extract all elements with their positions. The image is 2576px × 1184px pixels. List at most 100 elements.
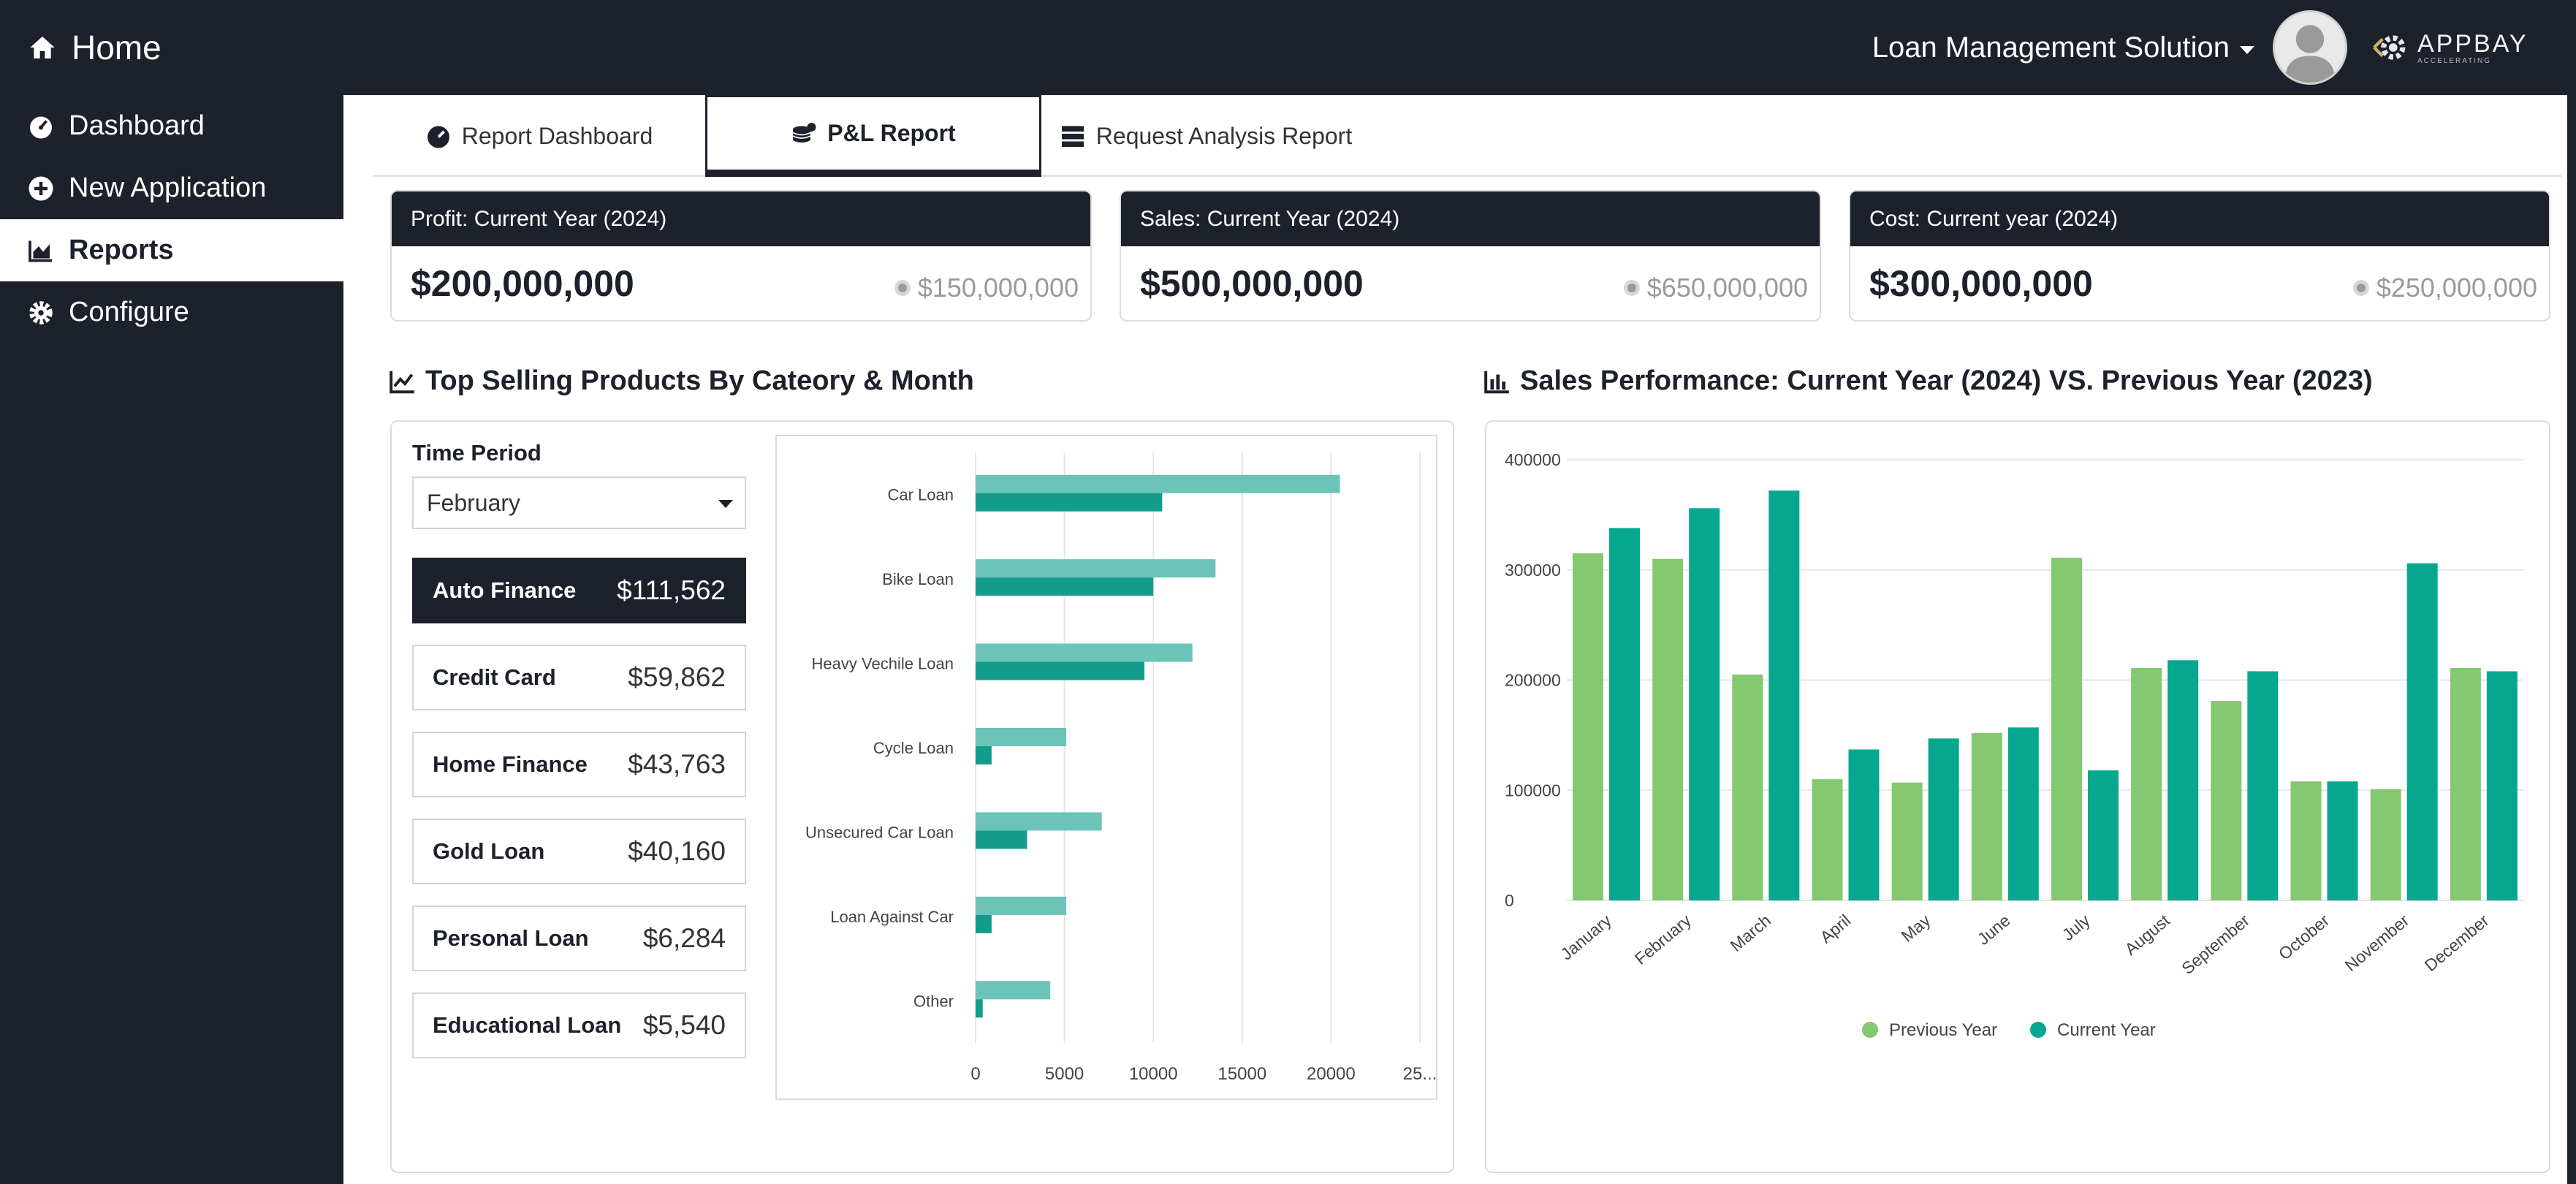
column-bar xyxy=(2167,660,2199,900)
section-title-text: Sales Performance: Current Year (2024) V… xyxy=(1520,365,2373,396)
home-label: Home xyxy=(72,29,162,67)
x-tick-label: September xyxy=(2178,911,2253,978)
column-bar xyxy=(2327,781,2358,900)
product-item-personal-loan[interactable]: Personal Loan $6,284 xyxy=(412,906,746,971)
y-tick-label: 300000 xyxy=(1505,561,1561,580)
product-name: Auto Finance xyxy=(433,577,577,603)
sidebar-item-label: Configure xyxy=(69,297,189,327)
product-value: $43,763 xyxy=(628,749,726,779)
user-avatar[interactable] xyxy=(2273,10,2347,85)
legend-marker xyxy=(1862,1022,1878,1038)
bar xyxy=(976,812,1102,831)
sidebar-item-dashboard[interactable]: Dashboard xyxy=(0,95,343,157)
time-period-label: Time Period xyxy=(412,440,542,466)
product-value: $59,862 xyxy=(628,662,726,692)
column-bar xyxy=(2290,781,2322,900)
bar xyxy=(976,830,1027,849)
tab-request-analysis-report[interactable]: Request Analysis Report xyxy=(1041,95,1370,177)
category-label: Heavy Vechile Loan xyxy=(812,655,954,673)
column-bar xyxy=(2450,667,2481,900)
category-label: Car Loan xyxy=(887,486,954,504)
legend-label: Current Year xyxy=(2057,1020,2156,1040)
coins-icon xyxy=(792,122,816,143)
column-bar xyxy=(1689,508,1720,900)
bar xyxy=(976,493,1163,512)
legend-label: Previous Year xyxy=(1889,1020,1997,1040)
y-tick-label: 400000 xyxy=(1505,450,1561,469)
report-tabs: Report Dashboard P&L Report Request Anal… xyxy=(373,95,2561,177)
horizontal-bar-chart-frame: 0 5000 10000 15000 20000 25... Car Loan Bike Lo… xyxy=(775,435,1437,1100)
top-selling-title: Top Selling Products By Cateory & Month xyxy=(389,365,974,397)
gear-icon xyxy=(29,300,53,325)
column-bar xyxy=(2247,671,2279,900)
y-tick-label: 100000 xyxy=(1505,781,1561,800)
x-tick-label: 5000 xyxy=(1045,1064,1084,1084)
logo-text: APPBAY xyxy=(2417,29,2528,58)
horizontal-bar-chart: 0 5000 10000 15000 20000 25... Car Loan Bike Lo… xyxy=(805,452,1437,1084)
column-bar xyxy=(1971,732,2002,900)
category-label: Unsecured Car Loan xyxy=(805,823,954,841)
kpi-card-sales: Sales: Current Year (2024) $500,000,000 … xyxy=(1120,190,1821,322)
x-tick-label: October xyxy=(2275,911,2333,964)
time-period-select[interactable]: February xyxy=(412,477,746,529)
column-bar xyxy=(1928,738,1959,900)
x-tick-label: July xyxy=(2059,911,2094,945)
legend-marker xyxy=(2030,1022,2046,1038)
column-bar xyxy=(1573,553,1603,900)
main-content: Report Dashboard P&L Report Request Anal… xyxy=(343,95,2567,1184)
x-tick-label: 15000 xyxy=(1217,1064,1266,1084)
category-label: Other xyxy=(913,992,954,1010)
sidebar-item-configure[interactable]: Configure xyxy=(0,281,343,344)
x-tick-label: June xyxy=(1974,911,2014,949)
column-bar xyxy=(1812,779,1843,900)
solution-label: Loan Management Solution xyxy=(1872,31,2230,64)
home-link[interactable]: Home xyxy=(28,22,162,73)
kpi-value: $300,000,000 xyxy=(1869,263,2093,304)
column-bar xyxy=(2406,563,2438,900)
previous-indicator-icon xyxy=(894,280,911,296)
bar xyxy=(976,559,1216,578)
x-tick-label: 20000 xyxy=(1307,1064,1356,1084)
column-bar xyxy=(2051,558,2082,900)
bar xyxy=(976,746,992,764)
selected-month: February xyxy=(427,489,521,516)
home-icon xyxy=(30,37,55,58)
category-label: Loan Against Car xyxy=(830,908,954,926)
solution-dropdown[interactable]: Loan Management Solution xyxy=(1872,22,2254,73)
sidebar-item-reports[interactable]: Reports xyxy=(0,219,343,281)
bar xyxy=(976,643,1193,662)
bar xyxy=(976,914,992,933)
kpi-title: Sales: Current Year (2024) xyxy=(1121,191,1820,246)
product-item-educational-loan[interactable]: Educational Loan $5,540 xyxy=(412,993,746,1058)
bar xyxy=(976,999,983,1018)
x-tick-label: April xyxy=(1816,911,1854,946)
sidebar-item-new-application[interactable]: New Application xyxy=(0,157,343,219)
tab-report-dashboard[interactable]: Report Dashboard xyxy=(373,95,705,177)
category-label: Bike Loan xyxy=(882,570,954,588)
product-value: $111,562 xyxy=(617,575,726,605)
tab-label: Report Dashboard xyxy=(461,122,653,149)
product-item-credit-card[interactable]: Credit Card $59,862 xyxy=(412,645,746,710)
sidebar-item-label: Dashboard xyxy=(69,110,205,141)
right-edge-frame xyxy=(2567,0,2576,1184)
section-title-text: Top Selling Products By Cateory & Month xyxy=(425,365,974,396)
kpi-previous: $650,000,000 xyxy=(1623,273,1808,303)
bar xyxy=(976,981,1051,1000)
x-tick-label: December xyxy=(2421,911,2493,975)
product-item-home-finance[interactable]: Home Finance $43,763 xyxy=(412,732,746,797)
kpi-value: $500,000,000 xyxy=(1140,263,1364,304)
kpi-title: Profit: Current Year (2024) xyxy=(392,191,1090,246)
previous-indicator-icon xyxy=(1623,280,1640,296)
product-item-auto-finance[interactable]: Auto Finance $111,562 xyxy=(412,558,746,623)
sidebar-item-label: Reports xyxy=(69,235,174,265)
y-tick-label: 200000 xyxy=(1505,671,1561,690)
chevron-down-icon xyxy=(718,500,733,508)
chevron-down-icon xyxy=(2240,45,2254,54)
x-tick-label: 10000 xyxy=(1129,1064,1178,1084)
product-item-gold-loan[interactable]: Gold Loan $40,160 xyxy=(412,819,746,884)
product-value: $6,284 xyxy=(642,923,726,953)
column-bar xyxy=(1891,782,1923,900)
tab-pl-report[interactable]: P&L Report xyxy=(705,95,1041,177)
gauge-icon xyxy=(427,126,449,148)
bar xyxy=(976,728,1067,746)
